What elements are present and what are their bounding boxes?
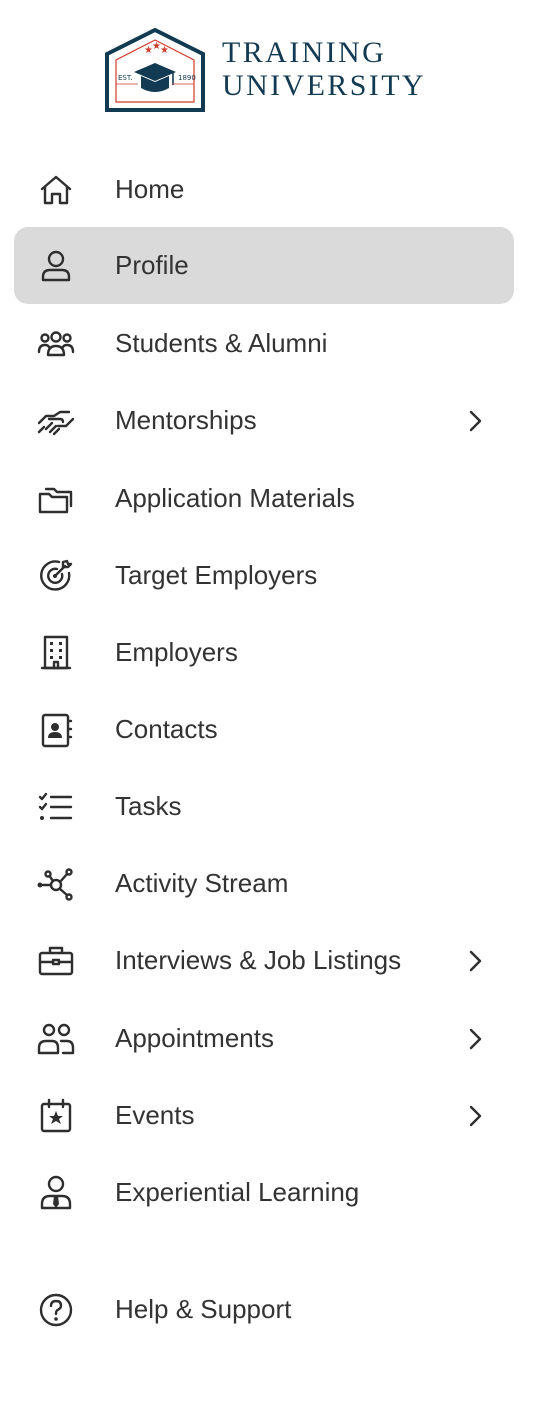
sidebar-item-label: Experiential Learning [115, 1177, 360, 1207]
person-tie-icon [36, 1173, 76, 1213]
sidebar-item-label: Interviews & Job Listings [115, 945, 402, 975]
target-icon [36, 556, 76, 596]
sidebar-item-experiential-learning[interactable]: Experiential Learning [14, 1154, 514, 1231]
sidebar-item-mentorships[interactable]: Mentorships [14, 382, 514, 459]
chevron-right-icon[interactable] [462, 408, 488, 434]
sidebar-item-target-employers[interactable]: Target Employers [14, 537, 514, 614]
folders-icon [36, 479, 76, 519]
sidebar-item-label: Mentorships [115, 405, 257, 435]
sidebar-item-label: Activity Stream [115, 868, 289, 898]
sidebar-item-label: Events [115, 1100, 195, 1130]
sidebar-item-label: Profile [115, 250, 189, 280]
sidebar-item-activity-stream[interactable]: Activity Stream [14, 845, 514, 922]
sidebar-item-label: Application Materials [115, 483, 355, 513]
sidebar-item-home[interactable]: Home [14, 151, 514, 228]
chevron-right-icon[interactable] [462, 1026, 488, 1052]
svg-text:1890: 1890 [178, 74, 196, 82]
sidebar-item-label: Home [115, 174, 185, 204]
sidebar-item-profile[interactable]: Profile [14, 227, 514, 304]
sidebar-item-tasks[interactable]: Tasks [14, 768, 514, 845]
sidebar-item-appointments[interactable]: Appointments [14, 1000, 514, 1077]
sidebar-item-label: Tasks [115, 791, 182, 821]
user-icon [36, 246, 76, 286]
sidebar-item-contacts[interactable]: Contacts [14, 691, 514, 768]
chevron-right-icon[interactable] [462, 948, 488, 974]
contact-book-icon [36, 710, 76, 750]
calendar-star-icon [36, 1096, 76, 1136]
university-logo[interactable]: ★ ★ ★ EST. 1890 TRAINING UNIVERSITY [104, 28, 434, 112]
checklist-icon [36, 787, 76, 827]
sidebar-item-label: Target Employers [115, 560, 318, 590]
university-name: TRAINING UNIVERSITY [222, 36, 426, 102]
sidebar-item-events[interactable]: Events [14, 1077, 514, 1154]
sidebar-item-label: Employers [115, 637, 238, 667]
sidebar-item-application-materials[interactable]: Application Materials [14, 460, 514, 537]
seal-icon: ★ ★ ★ EST. 1890 [105, 28, 205, 112]
sidebar-item-label: Students & Alumni [115, 328, 328, 358]
home-icon [36, 170, 76, 210]
sidebar-item-employers[interactable]: Employers [14, 614, 514, 691]
handshake-icon [36, 401, 76, 441]
svg-text:EST.: EST. [118, 74, 133, 82]
brand-line-2: UNIVERSITY [222, 69, 426, 102]
help-circle-icon [36, 1290, 76, 1330]
sidebar-item-label: Help & Support [115, 1294, 292, 1324]
brand-line-1: TRAINING [222, 36, 387, 69]
sidebar-item-students-and-alumni[interactable]: Students & Alumni [14, 305, 514, 382]
sidebar-item-help-and-support[interactable]: Help & Support [14, 1271, 514, 1348]
sidebar-item-label: Contacts [115, 714, 218, 744]
network-icon [36, 864, 76, 904]
people-icon [36, 1019, 76, 1059]
chevron-right-icon[interactable] [462, 1103, 488, 1129]
sidebar-item-label: Appointments [115, 1023, 274, 1053]
briefcase-icon [36, 941, 76, 981]
svg-text:★: ★ [160, 45, 169, 56]
users-group-icon [36, 324, 76, 364]
sidebar-item-interviews-and-job-listings[interactable]: Interviews & Job Listings [14, 922, 514, 999]
building-icon [36, 633, 76, 673]
